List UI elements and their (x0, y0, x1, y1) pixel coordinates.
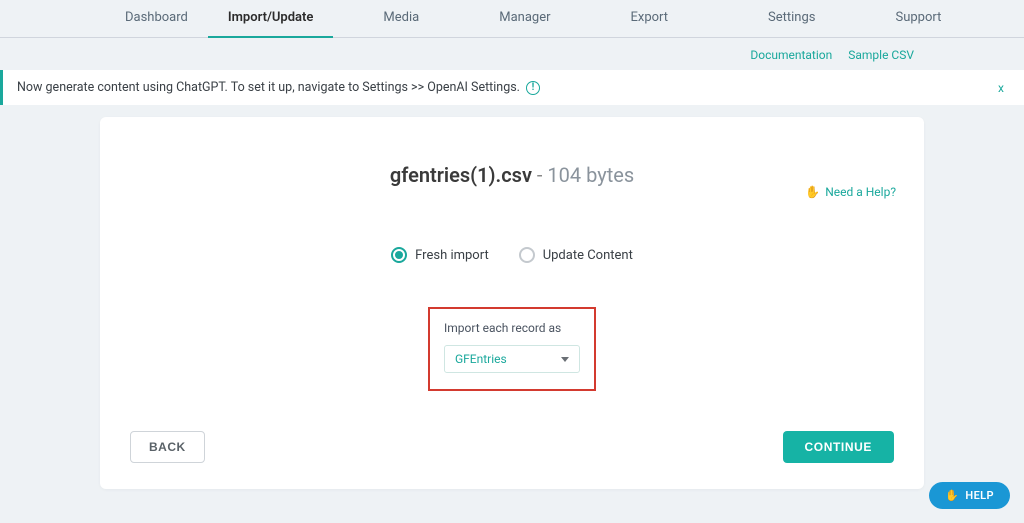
record-type-select[interactable]: GFEntries (444, 345, 580, 373)
radio-fresh-import[interactable]: Fresh import (391, 247, 489, 263)
notice-text: Now generate content using ChatGPT. To s… (17, 80, 520, 95)
tab-import-update[interactable]: Import/Update (208, 0, 334, 37)
file-name: gfentries(1).csv (390, 163, 532, 187)
back-button[interactable]: BACK (130, 431, 205, 463)
record-type-box: Import each record as GFEntries (428, 307, 596, 391)
radio-label: Fresh import (415, 248, 489, 263)
hand-icon: ✋ (805, 185, 820, 199)
help-fab-text: HELP (965, 489, 994, 502)
radio-update-content[interactable]: Update Content (519, 247, 633, 263)
sample-csv-link[interactable]: Sample CSV (848, 48, 914, 62)
tab-media[interactable]: Media (363, 0, 439, 37)
import-card: gfentries(1).csv - 104 bytes ✋ Need a He… (100, 117, 924, 489)
tab-dashboard[interactable]: Dashboard (105, 0, 208, 37)
continue-button[interactable]: CONTINUE (783, 431, 894, 463)
tab-export[interactable]: Export (611, 0, 689, 37)
notice-bar: Now generate content using ChatGPT. To s… (0, 70, 1024, 105)
record-type-label: Import each record as (444, 321, 580, 335)
notice-close-button[interactable]: x (998, 81, 1010, 95)
radio-label: Update Content (543, 248, 633, 263)
tab-settings[interactable]: Settings (748, 0, 835, 37)
radio-icon (391, 247, 407, 263)
need-help-text: Need a Help? (825, 185, 896, 199)
chevron-down-icon (561, 357, 569, 362)
tab-support[interactable]: Support (876, 0, 962, 37)
doc-links: Documentation Sample CSV (0, 38, 1024, 70)
hand-icon: ✋ (945, 489, 959, 502)
record-type-value: GFEntries (455, 352, 507, 366)
tab-manager[interactable]: Manager (479, 0, 570, 37)
file-title: gfentries(1).csv - 104 bytes (130, 163, 894, 187)
nav-tabs: Dashboard Import/Update Media Manager Ex… (0, 0, 1024, 38)
file-dash: - (532, 163, 547, 187)
need-help-link[interactable]: ✋ Need a Help? (805, 185, 896, 199)
help-fab-button[interactable]: ✋ HELP (929, 482, 1010, 509)
documentation-link[interactable]: Documentation (750, 48, 832, 62)
file-size: 104 bytes (547, 163, 634, 187)
card-actions: BACK CONTINUE (130, 431, 894, 463)
import-mode-radios: Fresh import Update Content (130, 247, 894, 263)
radio-icon (519, 247, 535, 263)
info-icon[interactable]: ! (526, 81, 540, 95)
